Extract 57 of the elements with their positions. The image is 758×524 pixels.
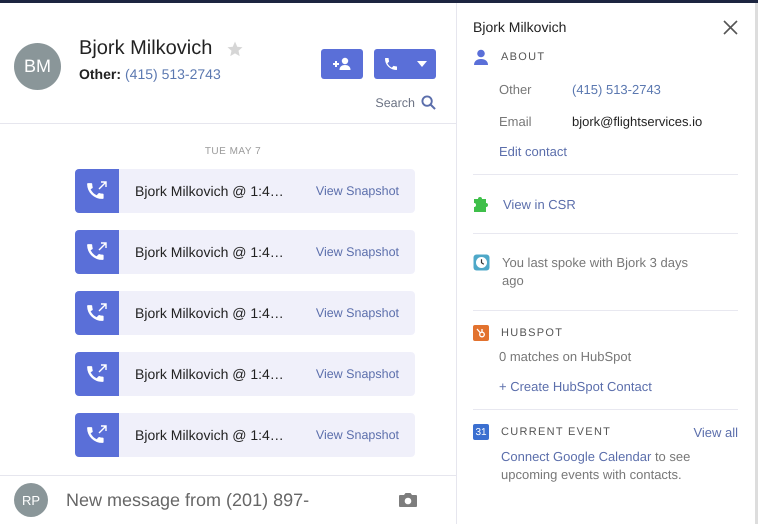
email-value: bjork@flightservices.io: [572, 114, 702, 129]
outgoing-call-icon: [75, 413, 119, 457]
view-snapshot-link[interactable]: View Snapshot: [316, 306, 399, 320]
hubspot-icon: [473, 325, 489, 341]
search-button[interactable]: Search: [375, 95, 436, 110]
call-title: Bjork Milkovich @ 1:4…: [135, 305, 285, 321]
caret-icon: [417, 61, 427, 67]
view-all-link[interactable]: View all: [693, 424, 738, 440]
call-card[interactable]: Bjork Milkovich @ 1:4… View Snapshot: [75, 169, 415, 213]
star-icon[interactable]: [226, 40, 244, 58]
hubspot-matches-text: 0 matches on HubSpot: [499, 349, 632, 364]
outgoing-call-icon: [75, 291, 119, 335]
field-label: Other: [499, 82, 533, 97]
calendar-prompt-text: Connect Google Calendar to see upcoming events with contacts.: [500, 448, 692, 484]
camera-icon[interactable]: [398, 492, 418, 508]
call-button[interactable]: [374, 49, 436, 79]
edit-contact-link[interactable]: Edit contact: [499, 144, 738, 159]
phone-link[interactable]: (415) 513-2743: [125, 66, 221, 82]
view-snapshot-link[interactable]: View Snapshot: [316, 184, 399, 198]
phone-link[interactable]: (415) 513-2743: [572, 82, 661, 97]
connect-google-calendar-link[interactable]: Connect Google Calendar: [501, 449, 652, 464]
contact-name: Bjork Milkovich: [79, 37, 212, 60]
panel-title: Bjork Milkovich: [473, 19, 566, 35]
section-heading: CURRENT EVENT: [501, 426, 612, 438]
date-label: TUE MAY 7: [204, 146, 262, 157]
view-snapshot-link[interactable]: View Snapshot: [316, 428, 399, 442]
section-heading: ABOUT: [501, 51, 546, 63]
view-snapshot-link[interactable]: View Snapshot: [316, 245, 399, 259]
phone-label: Other:: [79, 66, 121, 82]
call-card[interactable]: Bjork Milkovich @ 1:4… View Snapshot: [75, 413, 415, 457]
create-hubspot-contact-link[interactable]: + Create HubSpot Contact: [499, 379, 738, 394]
search-icon: [421, 95, 436, 110]
clock-icon: [473, 254, 490, 271]
contact-avatar: BM: [14, 43, 61, 90]
person-icon: [473, 49, 489, 65]
outgoing-call-icon: [75, 230, 119, 274]
outgoing-call-icon: [75, 169, 119, 213]
call-card[interactable]: Bjork Milkovich @ 1:4… View Snapshot: [75, 352, 415, 396]
call-title: Bjork Milkovich @ 1:4…: [135, 244, 285, 260]
call-title: Bjork Milkovich @ 1:4…: [135, 366, 285, 382]
field-label: Email: [499, 114, 533, 129]
call-title: Bjork Milkovich @ 1:4…: [135, 427, 285, 443]
outgoing-call-icon: [75, 352, 119, 396]
call-card[interactable]: Bjork Milkovich @ 1:4… View Snapshot: [75, 291, 415, 335]
calendar-icon: 31: [473, 424, 489, 440]
add-person-icon: [332, 57, 352, 71]
last-spoke-text: You last spoke with Bjork 3 days ago: [502, 254, 689, 290]
puzzle-icon: [473, 195, 491, 213]
view-in-csr-link[interactable]: View in CSR: [503, 196, 576, 212]
user-avatar: RP: [14, 483, 48, 517]
call-title: Bjork Milkovich @ 1:4…: [135, 183, 285, 199]
close-icon[interactable]: [723, 20, 738, 34]
phone-icon: [383, 56, 399, 72]
add-contact-button[interactable]: [321, 49, 363, 79]
view-snapshot-link[interactable]: View Snapshot: [316, 367, 399, 381]
call-card[interactable]: Bjork Milkovich @ 1:4… View Snapshot: [75, 230, 415, 274]
section-heading: HUBSPOT: [501, 327, 564, 339]
